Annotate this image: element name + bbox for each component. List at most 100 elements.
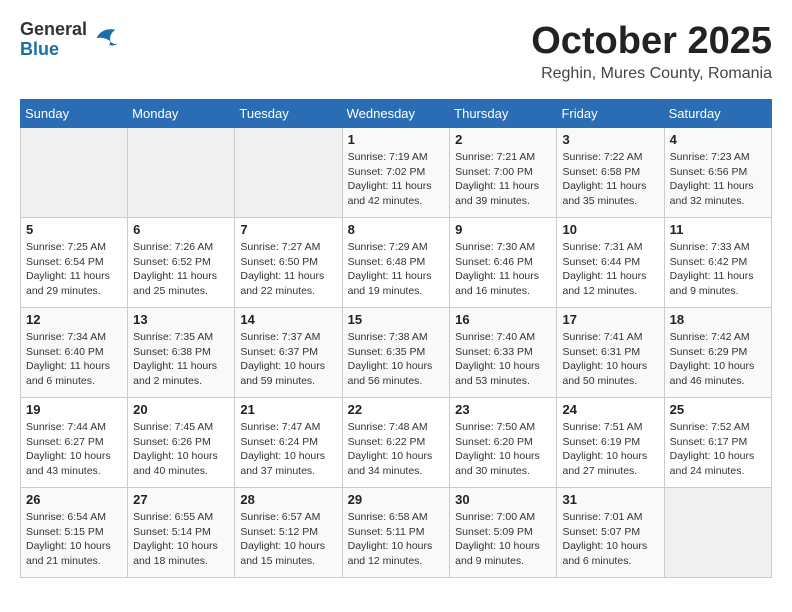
calendar-cell — [664, 488, 771, 578]
day-number: 19 — [26, 402, 122, 417]
logo-blue: Blue — [20, 40, 87, 60]
calendar-cell: 4 Sunrise: 7:23 AM Sunset: 6:56 PM Daylig… — [664, 128, 771, 218]
calendar-week-1: 1 Sunrise: 7:19 AM Sunset: 7:02 PM Daylig… — [21, 128, 772, 218]
calendar-cell — [235, 128, 342, 218]
day-info: Sunrise: 7:37 AM Sunset: 6:37 PM Dayligh… — [240, 330, 336, 389]
calendar-cell: 6 Sunrise: 7:26 AM Sunset: 6:52 PM Daylig… — [128, 218, 235, 308]
calendar-cell: 8Sunrise: 7:29 AM Sunset: 6:48 PM Daylig… — [342, 218, 450, 308]
calendar-week-4: 19 Sunrise: 7:44 AM Sunset: 6:27 PM Dayli… — [21, 398, 772, 488]
calendar-cell: 25Sunrise: 7:52 AM Sunset: 6:17 PM Dayli… — [664, 398, 771, 488]
calendar-cell: 10Sunrise: 7:31 AM Sunset: 6:44 PM Dayli… — [557, 218, 664, 308]
calendar-cell: 22 Sunrise: 7:48 AM Sunset: 6:22 PM Dayli… — [342, 398, 450, 488]
day-number: 30 — [455, 492, 551, 507]
calendar-cell: 3 Sunrise: 7:22 AM Sunset: 6:58 PM Daylig… — [557, 128, 664, 218]
day-info: Sunrise: 7:27 AM Sunset: 6:50 PM Dayligh… — [240, 240, 336, 299]
month-title: October 2025 — [531, 20, 772, 63]
calendar-cell: 18 Sunrise: 7:42 AM Sunset: 6:29 PM Dayli… — [664, 308, 771, 398]
calendar-cell: 15 Sunrise: 7:38 AM Sunset: 6:35 PM Dayli… — [342, 308, 450, 398]
calendar-cell: 2Sunrise: 7:21 AM Sunset: 7:00 PM Daylig… — [450, 128, 557, 218]
calendar-cell: 30 Sunrise: 7:00 AM Sunset: 5:09 PM Dayli… — [450, 488, 557, 578]
day-number: 1 — [348, 132, 445, 147]
day-info: Sunrise: 7:48 AM Sunset: 6:22 PM Dayligh… — [348, 420, 445, 479]
day-number: 9 — [455, 222, 551, 237]
weekday-header-wednesday: Wednesday — [342, 100, 450, 128]
day-number: 13 — [133, 312, 229, 327]
calendar-cell — [128, 128, 235, 218]
calendar-cell: 26Sunrise: 6:54 AM Sunset: 5:15 PM Dayli… — [21, 488, 128, 578]
weekday-row: SundayMondayTuesdayWednesdayThursdayFrid… — [21, 100, 772, 128]
day-info: Sunrise: 7:50 AM Sunset: 6:20 PM Dayligh… — [455, 420, 551, 479]
calendar-cell: 14 Sunrise: 7:37 AM Sunset: 6:37 PM Dayli… — [235, 308, 342, 398]
day-number: 27 — [133, 492, 229, 507]
location-subtitle: Reghin, Mures County, Romania — [531, 65, 772, 83]
title-block: October 2025 Reghin, Mures County, Roman… — [531, 20, 772, 83]
day-info: Sunrise: 7:52 AM Sunset: 6:17 PM Dayligh… — [670, 420, 766, 479]
day-info: Sunrise: 7:00 AM Sunset: 5:09 PM Dayligh… — [455, 510, 551, 569]
day-number: 6 — [133, 222, 229, 237]
day-info: Sunrise: 7:34 AM Sunset: 6:40 PM Dayligh… — [26, 330, 122, 389]
day-number: 3 — [562, 132, 658, 147]
calendar-week-2: 5Sunrise: 7:25 AM Sunset: 6:54 PM Daylig… — [21, 218, 772, 308]
calendar-cell: 11Sunrise: 7:33 AM Sunset: 6:42 PM Dayli… — [664, 218, 771, 308]
calendar-header: SundayMondayTuesdayWednesdayThursdayFrid… — [21, 100, 772, 128]
day-info: Sunrise: 7:38 AM Sunset: 6:35 PM Dayligh… — [348, 330, 445, 389]
day-info: Sunrise: 7:19 AM Sunset: 7:02 PM Dayligh… — [348, 150, 445, 209]
weekday-header-friday: Friday — [557, 100, 664, 128]
day-info: Sunrise: 7:29 AM Sunset: 6:48 PM Dayligh… — [348, 240, 445, 299]
day-number: 15 — [348, 312, 445, 327]
logo-text: General Blue — [20, 20, 87, 60]
calendar-cell: 17 Sunrise: 7:41 AM Sunset: 6:31 PM Dayli… — [557, 308, 664, 398]
weekday-header-thursday: Thursday — [450, 100, 557, 128]
day-number: 28 — [240, 492, 336, 507]
calendar-cell: 28Sunrise: 6:57 AM Sunset: 5:12 PM Dayli… — [235, 488, 342, 578]
calendar-cell: 27Sunrise: 6:55 AM Sunset: 5:14 PM Dayli… — [128, 488, 235, 578]
day-number: 17 — [562, 312, 658, 327]
day-number: 16 — [455, 312, 551, 327]
day-number: 18 — [670, 312, 766, 327]
day-info: Sunrise: 7:40 AM Sunset: 6:33 PM Dayligh… — [455, 330, 551, 389]
page-header: General Blue October 2025 Reghin, Mures … — [20, 20, 772, 83]
logo-bird-icon — [91, 24, 119, 52]
day-info: Sunrise: 7:22 AM Sunset: 6:58 PM Dayligh… — [562, 150, 658, 209]
calendar-cell: 20Sunrise: 7:45 AM Sunset: 6:26 PM Dayli… — [128, 398, 235, 488]
day-info: Sunrise: 7:42 AM Sunset: 6:29 PM Dayligh… — [670, 330, 766, 389]
calendar-cell: 19 Sunrise: 7:44 AM Sunset: 6:27 PM Dayli… — [21, 398, 128, 488]
calendar-cell: 21Sunrise: 7:47 AM Sunset: 6:24 PM Dayli… — [235, 398, 342, 488]
day-number: 29 — [348, 492, 445, 507]
calendar-cell: 13 Sunrise: 7:35 AM Sunset: 6:38 PM Dayli… — [128, 308, 235, 398]
day-number: 5 — [26, 222, 122, 237]
calendar-cell: 1 Sunrise: 7:19 AM Sunset: 7:02 PM Daylig… — [342, 128, 450, 218]
weekday-header-monday: Monday — [128, 100, 235, 128]
calendar-cell — [21, 128, 128, 218]
day-number: 22 — [348, 402, 445, 417]
calendar-cell: 23 Sunrise: 7:50 AM Sunset: 6:20 PM Dayli… — [450, 398, 557, 488]
day-number: 4 — [670, 132, 766, 147]
day-info: Sunrise: 7:23 AM Sunset: 6:56 PM Dayligh… — [670, 150, 766, 209]
calendar-week-3: 12 Sunrise: 7:34 AM Sunset: 6:40 PM Dayli… — [21, 308, 772, 398]
day-info: Sunrise: 7:41 AM Sunset: 6:31 PM Dayligh… — [562, 330, 658, 389]
day-info: Sunrise: 7:01 AM Sunset: 5:07 PM Dayligh… — [562, 510, 658, 569]
day-info: Sunrise: 6:58 AM Sunset: 5:11 PM Dayligh… — [348, 510, 445, 569]
day-number: 14 — [240, 312, 336, 327]
calendar-body: 1 Sunrise: 7:19 AM Sunset: 7:02 PM Daylig… — [21, 128, 772, 578]
weekday-header-saturday: Saturday — [664, 100, 771, 128]
day-number: 12 — [26, 312, 122, 327]
day-info: Sunrise: 7:30 AM Sunset: 6:46 PM Dayligh… — [455, 240, 551, 299]
calendar-table: SundayMondayTuesdayWednesdayThursdayFrid… — [20, 99, 772, 578]
calendar-cell: 24Sunrise: 7:51 AM Sunset: 6:19 PM Dayli… — [557, 398, 664, 488]
day-info: Sunrise: 7:35 AM Sunset: 6:38 PM Dayligh… — [133, 330, 229, 389]
day-info: Sunrise: 7:33 AM Sunset: 6:42 PM Dayligh… — [670, 240, 766, 299]
day-number: 26 — [26, 492, 122, 507]
day-info: Sunrise: 7:44 AM Sunset: 6:27 PM Dayligh… — [26, 420, 122, 479]
calendar-cell: 5Sunrise: 7:25 AM Sunset: 6:54 PM Daylig… — [21, 218, 128, 308]
day-info: Sunrise: 7:26 AM Sunset: 6:52 PM Dayligh… — [133, 240, 229, 299]
calendar-cell: 16 Sunrise: 7:40 AM Sunset: 6:33 PM Dayli… — [450, 308, 557, 398]
day-number: 21 — [240, 402, 336, 417]
logo-general: General — [20, 20, 87, 40]
day-number: 7 — [240, 222, 336, 237]
day-number: 24 — [562, 402, 658, 417]
day-number: 2 — [455, 132, 551, 147]
day-number: 23 — [455, 402, 551, 417]
day-info: Sunrise: 7:45 AM Sunset: 6:26 PM Dayligh… — [133, 420, 229, 479]
day-number: 31 — [562, 492, 658, 507]
